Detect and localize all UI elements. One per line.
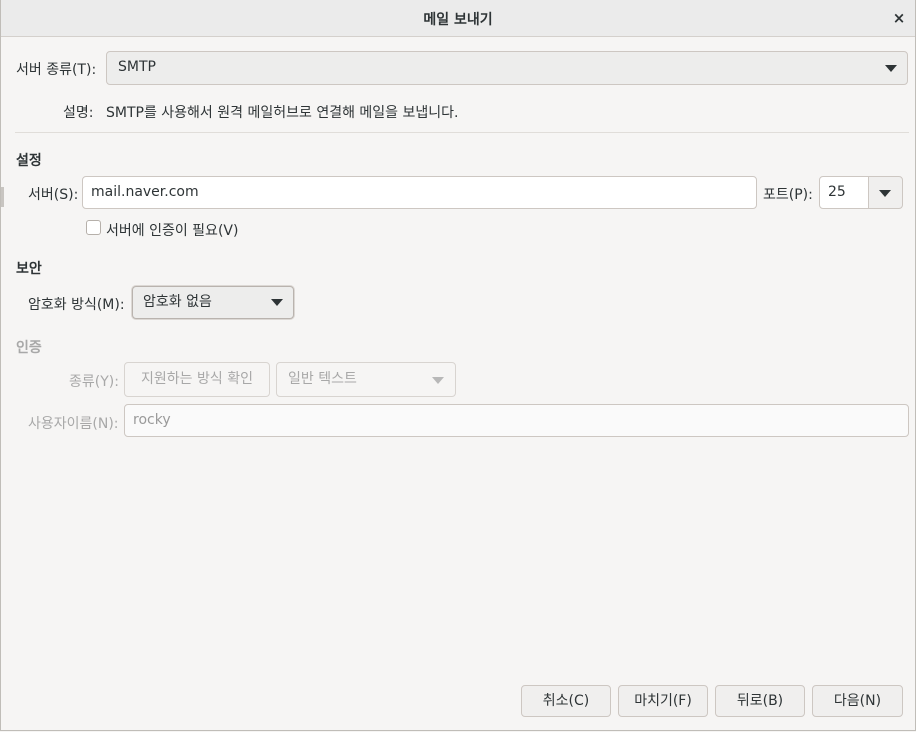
window-edge-marker <box>1 187 4 207</box>
chevron-down-icon <box>879 190 891 197</box>
chevron-down-icon <box>885 65 897 72</box>
back-button[interactable]: 뒤로(B) <box>715 685 805 717</box>
description-label: 설명: <box>63 105 94 121</box>
auth-type-value: 일반 텍스트 <box>288 371 357 387</box>
check-supported-methods-button[interactable]: 지원하는 방식 확인 <box>124 362 270 397</box>
finish-button[interactable]: 마치기(F) <box>618 685 708 717</box>
encryption-label: 암호화 방식(M): <box>28 297 125 313</box>
server-type-label: 서버 종류(T): <box>16 62 97 78</box>
auth-type-combo[interactable]: 일반 텍스트 <box>276 362 456 397</box>
send-mail-dialog: 메일 보내기 × 서버 종류(T): SMTP 설명: SMTP를 사용해서 원… <box>0 0 916 731</box>
auth-required-checkbox[interactable] <box>86 220 101 235</box>
security-heading: 보안 <box>16 261 42 277</box>
port-dropdown-button[interactable] <box>868 176 903 209</box>
username-value: rocky <box>133 412 171 428</box>
server-input-value: mail.naver.com <box>91 184 199 200</box>
server-input[interactable]: mail.naver.com <box>82 176 757 209</box>
description-text: SMTP를 사용해서 원격 메일허브로 연결해 메일을 보냅니다. <box>106 105 459 121</box>
server-type-value: SMTP <box>118 59 156 75</box>
encryption-combo[interactable]: 암호화 없음 <box>132 286 294 319</box>
separator <box>15 132 909 133</box>
chevron-down-icon <box>271 299 283 306</box>
close-button[interactable]: × <box>889 8 909 28</box>
auth-required-label[interactable]: 서버에 인증이 필요(V) <box>106 220 238 240</box>
server-label: 서버(S): <box>28 187 79 203</box>
next-button[interactable]: 다음(N) <box>812 685 903 717</box>
username-label: 사용자이름(N): <box>28 416 119 432</box>
title-bar: 메일 보내기 × <box>1 0 915 37</box>
port-input-value: 25 <box>828 184 846 200</box>
server-type-combo[interactable]: SMTP <box>106 51 908 85</box>
authentication-heading: 인증 <box>16 340 42 356</box>
close-icon: × <box>892 9 906 27</box>
cancel-button[interactable]: 취소(C) <box>521 685 611 717</box>
port-input[interactable]: 25 <box>819 176 869 209</box>
port-label: 포트(P): <box>763 187 813 203</box>
username-input[interactable]: rocky <box>124 404 909 437</box>
settings-heading: 설정 <box>16 153 42 169</box>
auth-type-label: 종류(Y): <box>69 374 119 390</box>
chevron-down-icon <box>432 377 444 384</box>
dialog-title: 메일 보내기 <box>423 12 493 28</box>
encryption-value: 암호화 없음 <box>143 294 212 310</box>
